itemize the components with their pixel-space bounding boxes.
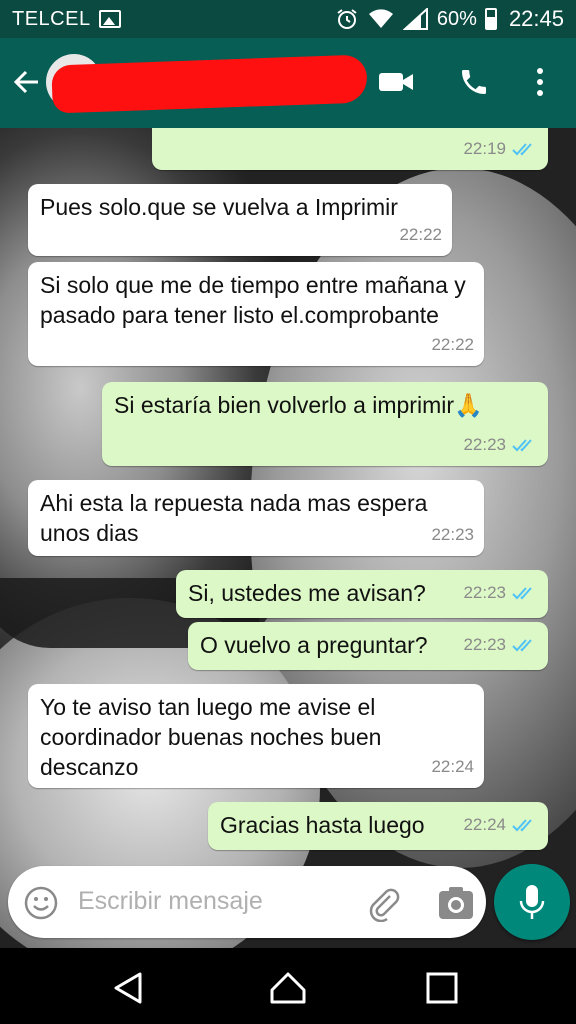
mic-icon [519, 885, 545, 919]
nav-back-icon[interactable] [108, 968, 148, 1008]
read-ticks-icon [512, 143, 532, 156]
wifi-icon [368, 9, 393, 28]
carrier-name: TELCEL [12, 7, 91, 30]
message-meta: 22:24 [463, 810, 538, 840]
mic-button[interactable] [494, 864, 570, 940]
battery-icon [484, 8, 497, 30]
message-time: 22:23 [463, 635, 506, 654]
message-bubble-outgoing[interactable]: O vuelvo a preguntar? 22:23 [188, 622, 548, 670]
status-bar: TELCEL 60% 22:45 [0, 0, 576, 38]
message-text: Si estaría bien volverlo a imprimir🙏 [114, 392, 483, 418]
alarm-icon [337, 9, 357, 29]
message-time: 22:24 [463, 815, 506, 834]
message-text: Yo te aviso tan luego me avise el coordi… [40, 694, 382, 780]
message-text: O vuelvo a preguntar? [200, 632, 428, 658]
message-meta: 22:22 [431, 330, 474, 360]
message-meta: 22:23 [463, 578, 538, 608]
message-time: 22:23 [463, 583, 506, 602]
message-time: 22:19 [463, 139, 506, 158]
message-input[interactable]: Escribir mensaje [78, 887, 263, 916]
message-time: 22:22 [399, 225, 442, 244]
status-right: 60% 22:45 [335, 6, 564, 32]
back-arrow-icon[interactable] [10, 64, 42, 100]
message-meta: 22:19 [463, 134, 538, 164]
message-meta: 22:24 [431, 752, 474, 782]
message-bubble-incoming[interactable]: Si solo que me de tiempo entre mañana y … [28, 262, 484, 366]
nav-home-icon[interactable] [268, 968, 308, 1008]
message-text: Si, ustedes me avisan? [188, 580, 426, 606]
chat-area[interactable]: 22:19 Pues solo.que se vuelva a Imprimir… [0, 128, 576, 948]
message-bubble-outgoing[interactable]: Si, ustedes me avisan? 22:23 [176, 570, 548, 618]
message-bubble-incoming[interactable]: Yo te aviso tan luego me avise el coordi… [28, 684, 484, 788]
read-ticks-icon [512, 639, 532, 652]
attach-icon[interactable] [364, 884, 402, 922]
message-time: 22:23 [431, 525, 474, 544]
signal-icon [402, 8, 428, 30]
image-notification-icon [98, 10, 121, 28]
video-call-icon[interactable] [376, 62, 416, 102]
message-text: Pues solo.que se vuelva a Imprimir [40, 194, 398, 220]
message-time: 22:24 [431, 757, 474, 776]
redacted-contact-name[interactable] [51, 54, 368, 114]
chat-header [0, 38, 576, 128]
read-ticks-icon [512, 439, 532, 452]
message-meta: 22:23 [463, 630, 538, 660]
message-text: Gracias hasta luego [220, 812, 425, 838]
system-navbar [0, 948, 576, 1024]
message-meta: 22:22 [399, 220, 442, 250]
read-ticks-icon [512, 587, 532, 600]
message-text: Ahi esta la repuesta nada mas espera uno… [40, 490, 428, 546]
message-bubble-outgoing[interactable]: Si estaría bien volverlo a imprimir🙏 22:… [102, 382, 548, 466]
battery-percent: 60% [436, 7, 477, 30]
clock: 22:45 [508, 6, 564, 31]
nav-recents-icon[interactable] [422, 968, 462, 1008]
message-text: Si solo que me de tiempo entre mañana y … [40, 272, 466, 328]
message-composer: Escribir mensaje [8, 866, 486, 938]
read-ticks-icon [512, 819, 532, 832]
message-meta: 22:23 [463, 430, 538, 460]
message-meta: 22:23 [431, 520, 474, 550]
message-time: 22:22 [431, 335, 474, 354]
more-vert-icon[interactable] [520, 62, 560, 102]
message-time: 22:23 [463, 435, 506, 454]
phone-call-icon[interactable] [454, 62, 494, 102]
emoji-icon[interactable] [24, 886, 58, 920]
message-bubble-incoming[interactable]: Ahi esta la repuesta nada mas espera uno… [28, 480, 484, 556]
message-bubble-outgoing[interactable]: Gracias hasta luego 22:24 [208, 802, 548, 850]
camera-icon[interactable] [438, 886, 474, 920]
message-bubble-outgoing[interactable]: 22:19 [152, 128, 548, 170]
message-bubble-incoming[interactable]: Pues solo.que se vuelva a Imprimir 22:22 [28, 184, 452, 256]
